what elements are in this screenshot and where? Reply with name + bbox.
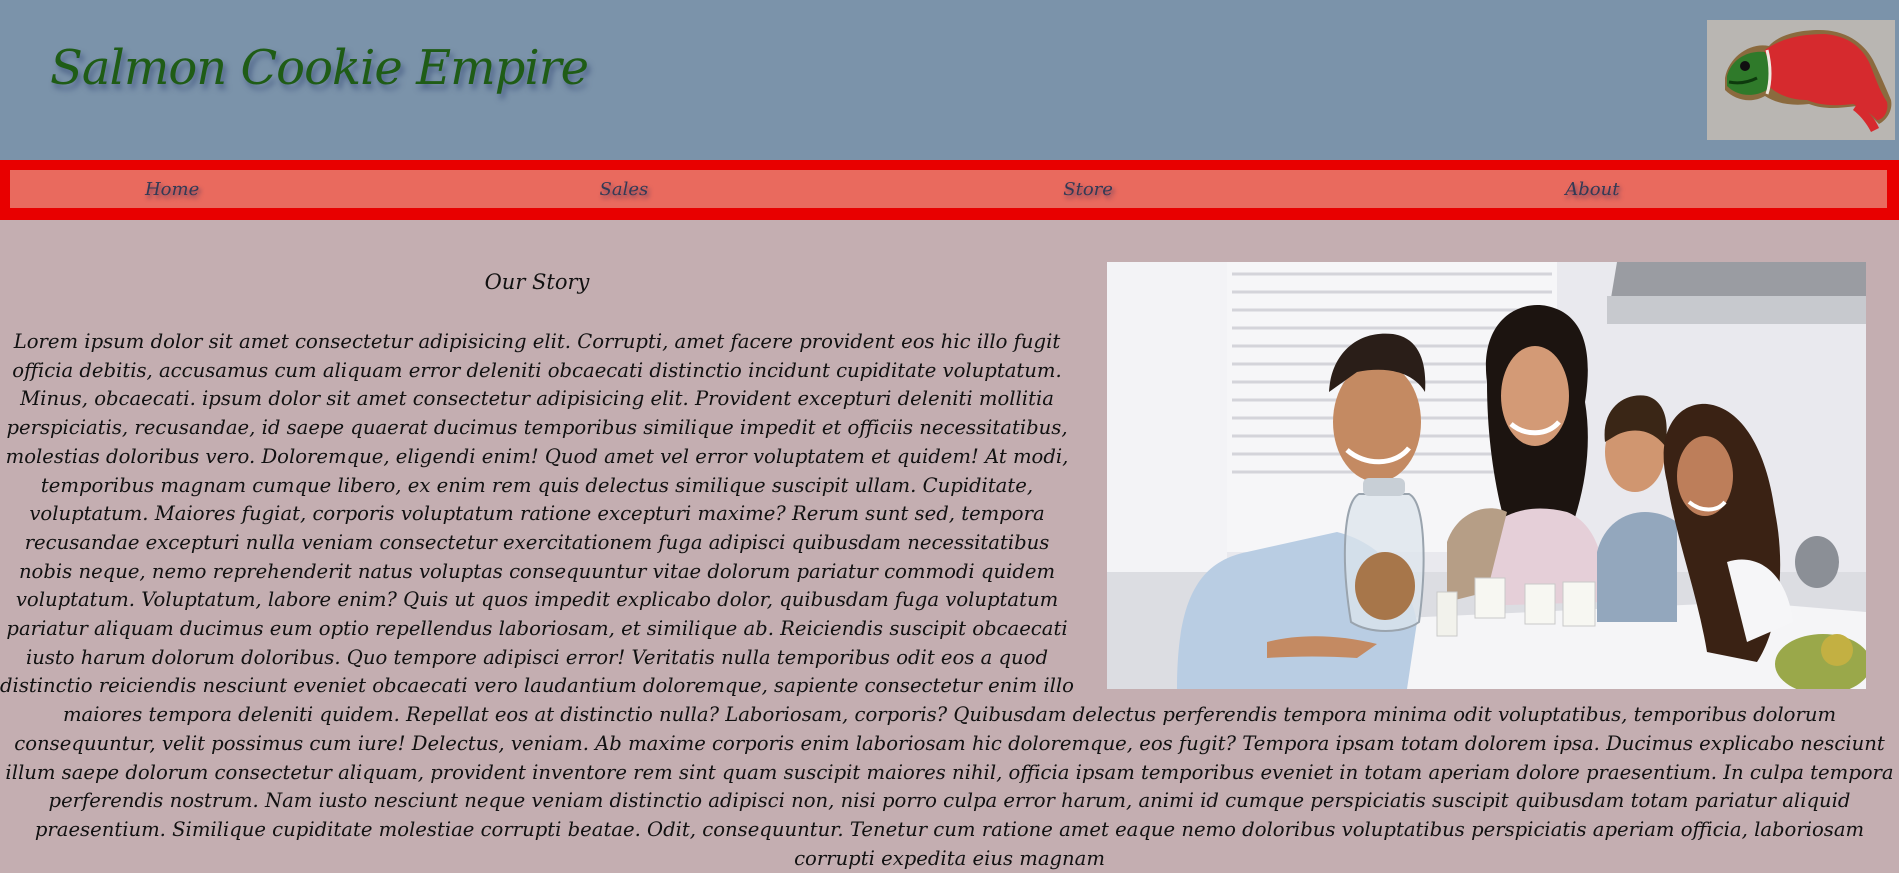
site-header: Salmon Cookie Empire [0, 0, 1899, 160]
photo-float-spacer [1074, 328, 1899, 698]
salmon-cookie-logo-icon [1707, 20, 1895, 140]
story-heading: Our Story [484, 270, 590, 294]
nav-item-about[interactable]: About [1418, 170, 1887, 208]
main-nav: Home Sales Store About [0, 160, 1899, 220]
nav-item-sales[interactable]: Sales [479, 170, 948, 208]
story-paragraph: Lorem ipsum dolor sit amet consectetur a… [0, 328, 1899, 873]
nav-bar: Home Sales Store About [10, 170, 1887, 208]
nav-item-store[interactable]: Store [949, 170, 1418, 208]
nav-item-label: Sales [599, 178, 649, 200]
nav-item-label: Home [144, 178, 200, 200]
site-title: Salmon Cookie Empire [50, 40, 589, 96]
nav-item-label: About [1565, 178, 1620, 200]
nav-item-label: Store [1063, 178, 1113, 200]
nav-item-home[interactable]: Home [10, 170, 479, 208]
